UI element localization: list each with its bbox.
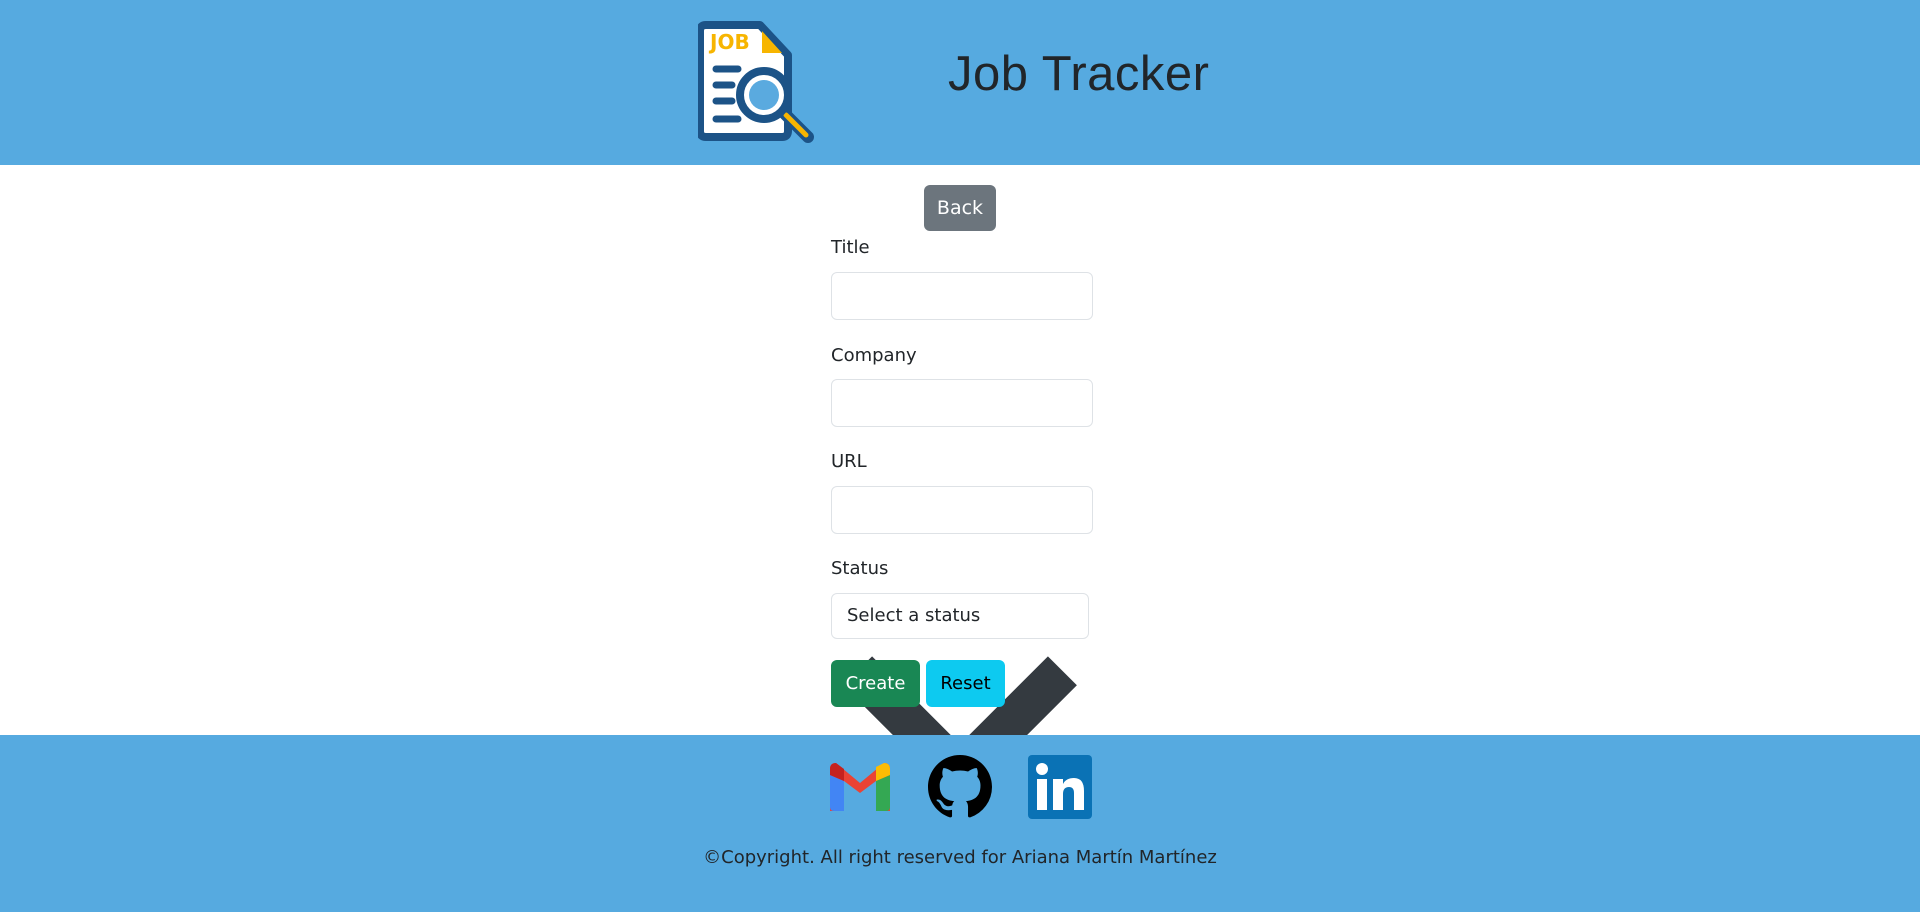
url-input[interactable] <box>831 486 1093 534</box>
header: JOB Job Tracker <box>0 0 1920 165</box>
title-input[interactable] <box>831 272 1093 320</box>
status-selected-value: Select a status <box>847 605 981 626</box>
copyright-text: ©Copyright. All right reserved for Arian… <box>703 847 1217 868</box>
footer: ©Copyright. All right reserved for Arian… <box>0 735 1920 912</box>
github-icon[interactable] <box>928 755 992 819</box>
company-label: Company <box>831 345 917 366</box>
job-search-logo-icon: JOB <box>698 21 814 143</box>
gmail-icon[interactable] <box>828 755 892 819</box>
linkedin-icon[interactable] <box>1028 755 1092 819</box>
reset-button[interactable]: Reset <box>926 660 1005 707</box>
url-label: URL <box>831 451 867 472</box>
status-select[interactable]: Select a status <box>831 593 1089 803</box>
svg-text:JOB: JOB <box>708 30 750 54</box>
back-button[interactable]: Back <box>924 185 996 231</box>
company-input[interactable] <box>831 379 1093 427</box>
status-label: Status <box>831 558 889 579</box>
page-title: Job Tracker <box>948 47 1210 101</box>
title-label: Title <box>831 237 870 258</box>
create-button[interactable]: Create <box>831 660 920 707</box>
